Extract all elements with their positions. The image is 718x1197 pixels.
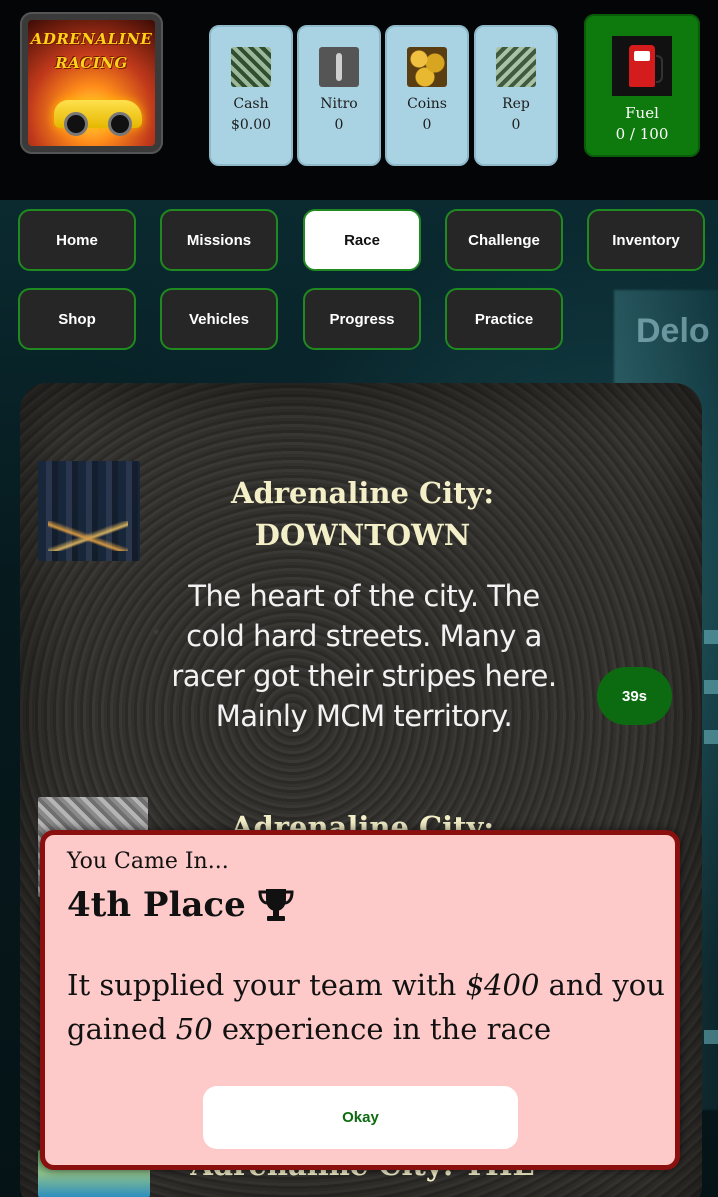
background-sign-text: Delo — [636, 312, 710, 350]
stat-rep: Rep 0 — [474, 25, 558, 166]
resource-bar: ADRENALINE RACING Cash $0.00 Nitro 0 Coi… — [0, 0, 718, 200]
nav-vehicles[interactable]: Vehicles — [160, 288, 278, 350]
okay-button[interactable]: Okay — [203, 1086, 518, 1149]
logo-text-line2: RACING — [55, 54, 128, 72]
nav-missions[interactable]: Missions — [160, 209, 278, 271]
reward-amount: $400 — [465, 968, 540, 1002]
stat-fuel[interactable]: Fuel 0 / 100 — [584, 14, 700, 157]
msg-part3: experience in the race — [212, 1012, 552, 1046]
stat-value: 0 — [511, 117, 521, 133]
nav-shop[interactable]: Shop — [18, 288, 136, 350]
place-text: 4th Place — [67, 885, 246, 925]
logo-artwork: ADRENALINE RACING — [28, 20, 155, 146]
rep-icon — [496, 47, 536, 87]
background-light — [704, 630, 718, 644]
trophy-icon — [258, 889, 294, 921]
nav-home[interactable]: Home — [18, 209, 136, 271]
stat-coins: Coins 0 — [385, 25, 469, 166]
xp-amount: 50 — [175, 1012, 213, 1046]
fuel-label: Fuel — [625, 104, 659, 122]
result-place: 4th Place — [67, 885, 296, 925]
logo-text-line1: ADRENALINE — [30, 30, 153, 48]
game-logo[interactable]: ADRENALINE RACING — [20, 12, 163, 154]
stat-cash: Cash $0.00 — [209, 25, 293, 166]
result-message: It supplied your team with $400 and you … — [67, 963, 667, 1051]
race-description: The heart of the city. The cold hard str… — [171, 579, 557, 733]
stat-value: 0 — [334, 117, 344, 133]
stat-nitro: Nitro 0 — [297, 25, 381, 166]
stat-label: Rep — [502, 96, 530, 112]
background-light — [704, 1030, 718, 1044]
fuel-value: 0 / 100 — [615, 125, 669, 143]
stat-label: Cash — [233, 96, 269, 112]
stat-label: Nitro — [320, 96, 358, 112]
cash-icon — [231, 47, 271, 87]
race-timer-button[interactable]: 39s — [597, 667, 672, 725]
fuel-pump-icon — [612, 36, 672, 96]
stat-value: 0 — [422, 117, 432, 133]
msg-part1: It supplied your team with — [67, 968, 466, 1002]
background-light — [704, 680, 718, 694]
result-intro: You Came In... — [67, 849, 229, 874]
nav-challenge[interactable]: Challenge — [445, 209, 563, 271]
race-title: Adrenaline City: DOWNTOWN — [230, 476, 495, 552]
nav-practice[interactable]: Practice — [445, 288, 563, 350]
car-icon — [54, 100, 142, 136]
stat-label: Coins — [407, 96, 447, 112]
nav-inventory[interactable]: Inventory — [587, 209, 705, 271]
nav-race[interactable]: Race — [303, 209, 421, 271]
stat-value: $0.00 — [230, 117, 272, 133]
race-result-modal: You Came In... 4th Place It supplied you… — [40, 830, 680, 1170]
nav-progress[interactable]: Progress — [303, 288, 421, 350]
coins-icon — [407, 47, 447, 87]
background-light — [704, 730, 718, 744]
nitro-icon — [319, 47, 359, 87]
race-thumbnail-downtown[interactable] — [38, 461, 140, 561]
